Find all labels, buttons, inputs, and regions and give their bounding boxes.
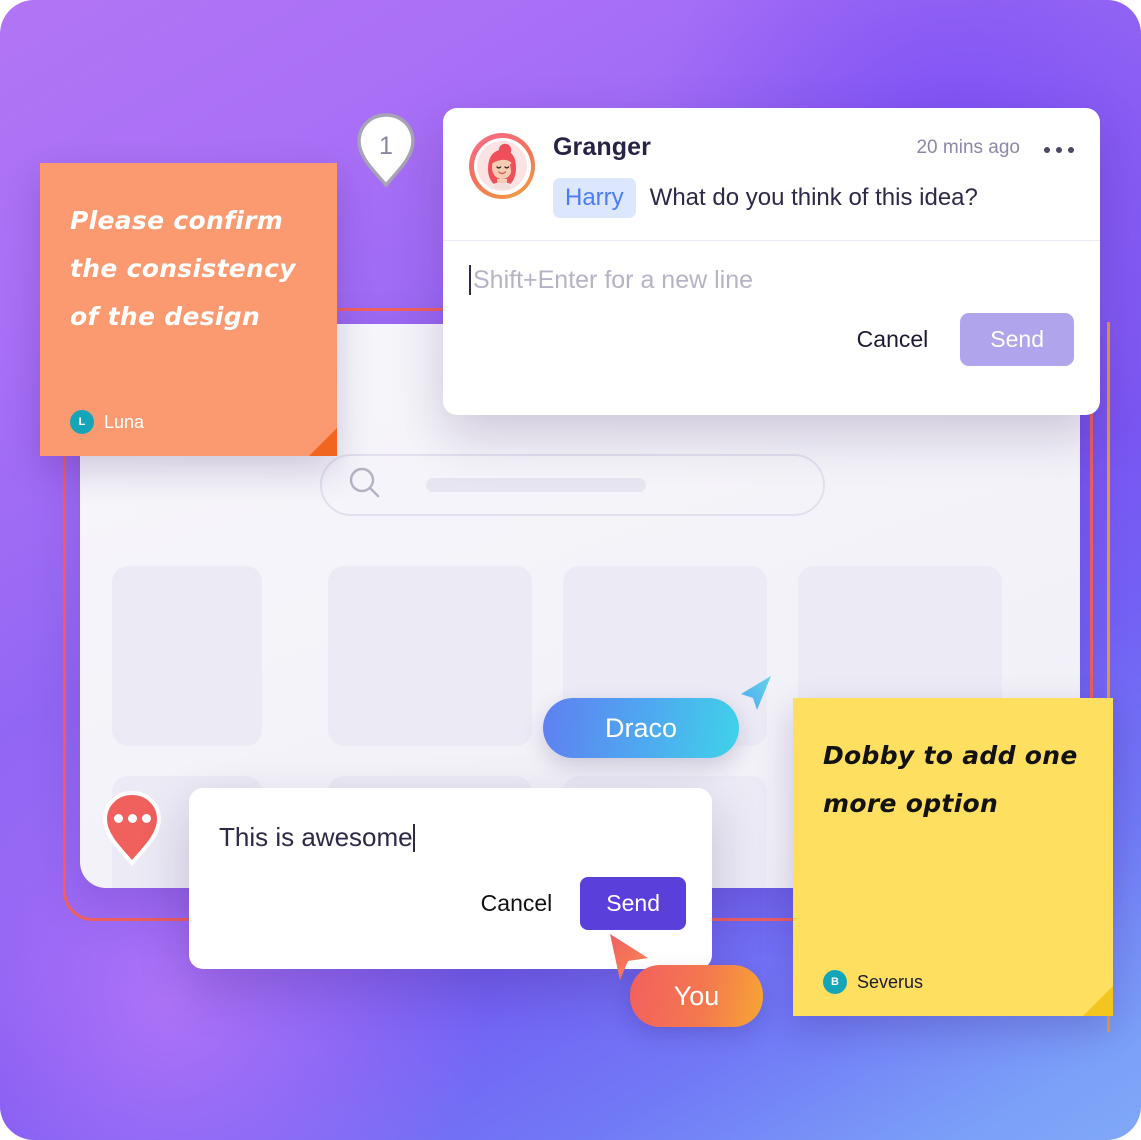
author-name: Granger (553, 133, 651, 161)
canvas-stage: 1 Please confirm the consistency of the … (0, 0, 1141, 1140)
send-button[interactable]: Send (960, 313, 1074, 366)
author-name: Luna (104, 411, 145, 432)
avatar: B (823, 970, 847, 994)
cancel-button[interactable]: Cancel (465, 880, 569, 927)
pin-shape-icon (102, 790, 162, 867)
girl-avatar-icon (477, 141, 527, 191)
cursor-label-draco: Draco (543, 698, 739, 758)
cursor-arrow-draco (731, 672, 777, 723)
comment-header: Granger 20 mins ago Harry What do you th… (443, 108, 1100, 218)
note-fold-corner (309, 428, 337, 456)
reply-placeholder: Shift+Enter for a new line (473, 265, 754, 294)
mention-chip[interactable]: Harry (553, 178, 636, 218)
search-icon (346, 464, 384, 507)
sticky-note-author: B Severus (823, 970, 1083, 994)
comment-actions-top: Cancel Send (443, 295, 1100, 366)
search-input[interactable] (320, 454, 825, 516)
author-name: Severus (857, 971, 924, 992)
comment-meta: Granger 20 mins ago Harry What do you th… (553, 133, 1074, 218)
ellipsis-icon (101, 814, 163, 823)
send-button[interactable]: Send (580, 877, 686, 930)
comment-pin-chat[interactable] (101, 789, 163, 867)
sticky-note-yellow[interactable]: Dobby to add one more option B Severus (793, 698, 1113, 1016)
search-placeholder-bar (426, 478, 646, 492)
more-options-icon[interactable] (1044, 143, 1074, 153)
avatar-image (473, 137, 531, 195)
comment-actions-bottom: Cancel Send (189, 853, 712, 930)
reply-input[interactable]: Shift+Enter for a new line (443, 241, 1100, 295)
comment-thread-popover[interactable]: Granger 20 mins ago Harry What do you th… (443, 108, 1100, 415)
text-caret (412, 823, 415, 852)
note-fold-corner (1083, 986, 1113, 1016)
cursor-name: You (673, 980, 720, 1011)
sticky-note-text: Please confirm the consistency of the de… (70, 206, 296, 331)
text-caret (469, 265, 471, 295)
pin-number-label: 1 (379, 132, 393, 160)
cursor-name: Draco (604, 712, 678, 743)
skeleton-card (328, 566, 532, 746)
skeleton-card (112, 566, 262, 746)
timestamp: 20 mins ago (916, 136, 1020, 158)
sticky-note-orange[interactable]: Please confirm the consistency of the de… (40, 163, 337, 456)
comment-input-value: This is awesome (219, 822, 413, 852)
cancel-button[interactable]: Cancel (839, 316, 947, 363)
avatar[interactable] (469, 133, 535, 199)
comment-pin-1[interactable]: 1 (356, 112, 416, 188)
sticky-note-author: L Luna (70, 410, 307, 434)
comment-message: What do you think of this idea? (649, 184, 978, 211)
comment-input-bottom[interactable]: This is awesome (189, 788, 712, 853)
avatar: L (70, 410, 94, 434)
cursor-label-you: You (630, 965, 763, 1027)
comment-body: Harry What do you think of this idea? (553, 178, 1074, 218)
sticky-note-text: Dobby to add one more option (823, 741, 1078, 818)
comment-author-row: Granger 20 mins ago (553, 133, 1074, 162)
